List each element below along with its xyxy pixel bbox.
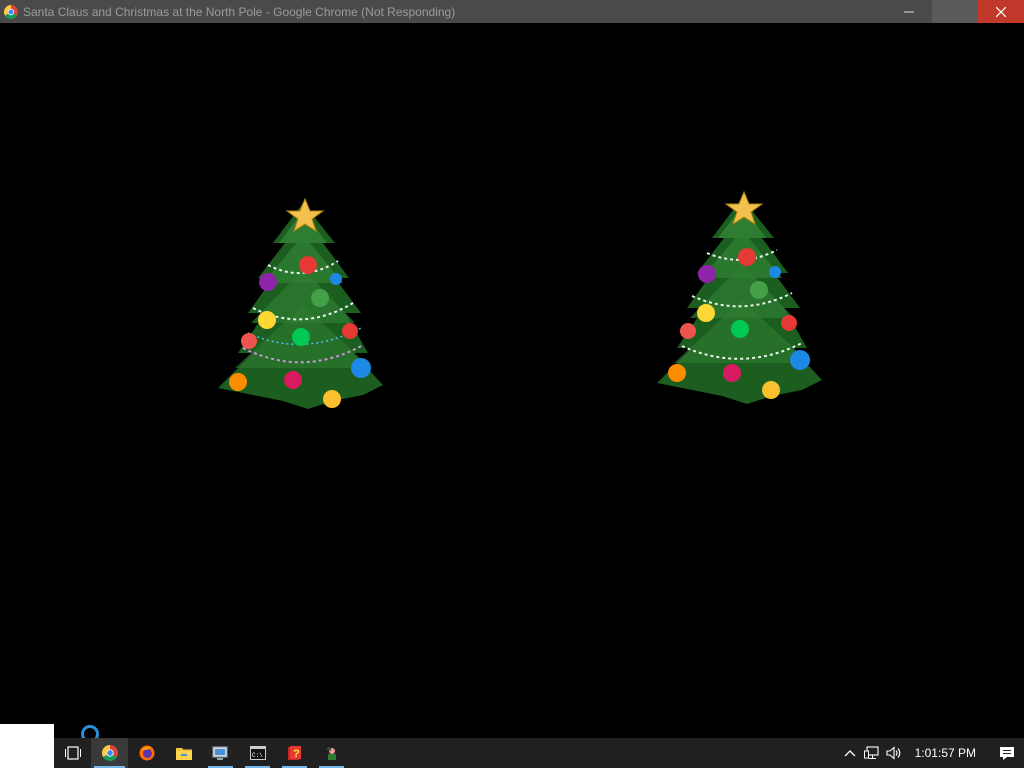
task-view-button[interactable] <box>54 738 91 768</box>
minimize-button[interactable] <box>886 0 932 23</box>
remote-desktop-icon <box>212 746 227 760</box>
network-icon <box>863 746 879 759</box>
maximize-button[interactable] <box>932 0 978 23</box>
taskbar-clock[interactable]: 1:01:57 PM <box>905 746 990 760</box>
action-center-button[interactable] <box>990 738 1024 768</box>
system-tray: 1:01:57 PM <box>839 738 1024 768</box>
help-taskbar-button[interactable]: ? <box>276 738 313 768</box>
file-explorer-taskbar-button[interactable] <box>165 738 202 768</box>
folder-icon <box>175 748 192 760</box>
notification-icon <box>1000 746 1014 760</box>
firefox-taskbar-button[interactable] <box>128 738 165 768</box>
start-button[interactable] <box>0 724 54 768</box>
task-view-icon <box>64 746 81 760</box>
game-icon <box>326 747 336 760</box>
chrome-icon <box>101 745 118 761</box>
game-taskbar-button[interactable] <box>313 738 350 768</box>
christmas-tree-left <box>218 197 383 409</box>
command-prompt-icon: C:\ <box>249 746 266 760</box>
remote-desktop-taskbar-button[interactable] <box>202 738 239 768</box>
chrome-taskbar-button[interactable] <box>91 738 128 768</box>
close-icon <box>996 6 1006 17</box>
restore-icon <box>950 8 958 17</box>
page-content <box>0 23 1024 738</box>
volume-button[interactable] <box>883 738 905 768</box>
chrome-logo-icon <box>4 4 18 19</box>
volume-icon <box>886 746 900 760</box>
title-bar: Santa Claus and Christmas at the North P… <box>0 0 1024 23</box>
close-button[interactable] <box>978 0 1024 23</box>
chevron-up-icon <box>844 750 856 757</box>
christmas-tree-right <box>657 190 822 404</box>
network-button[interactable] <box>861 738 883 768</box>
svg-text:C:\: C:\ <box>252 752 263 759</box>
taskbar: C:\ ? 1:01:57 PM <box>54 738 1024 768</box>
minimize-icon <box>904 11 914 12</box>
svg-text:?: ? <box>293 748 300 760</box>
firefox-icon <box>139 745 154 761</box>
help-icon: ? <box>287 746 301 760</box>
show-hidden-icons-button[interactable] <box>839 738 861 768</box>
command-prompt-taskbar-button[interactable]: C:\ <box>239 738 276 768</box>
window-title: Santa Claus and Christmas at the North P… <box>23 4 456 19</box>
